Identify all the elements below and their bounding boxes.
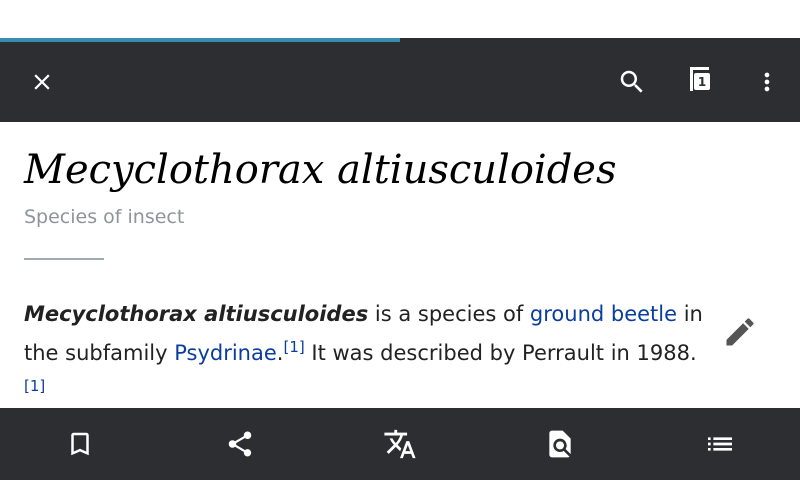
bookmark-icon [71, 432, 89, 456]
top-toolbar: 1 [0, 42, 800, 122]
reference-link[interactable]: [1] [283, 338, 304, 356]
page-title: Mecyclothorax altiusculoides [24, 147, 617, 193]
more-vert-icon [764, 72, 770, 92]
find-in-page-button[interactable] [536, 420, 584, 468]
overflow-menu-button[interactable] [743, 58, 791, 106]
page-description: Species of insect [24, 206, 185, 228]
bottom-toolbar [0, 408, 800, 480]
find-in-page-icon [549, 430, 571, 458]
tabs-count: 1 [694, 73, 710, 90]
translate-icon [384, 429, 416, 459]
title-divider [24, 258, 104, 260]
article-content: Mecyclothorax altiusculoides Species of … [0, 122, 800, 408]
pencil-icon [726, 318, 754, 346]
search-icon [620, 70, 643, 93]
translate-button[interactable] [376, 420, 424, 468]
lead-text: is a species of [368, 302, 530, 326]
edit-button[interactable] [716, 308, 764, 356]
bookmark-button[interactable] [56, 420, 104, 468]
contents-icon [708, 437, 732, 451]
link-psydrinae[interactable]: Psydrinae [174, 341, 277, 365]
close-button[interactable] [18, 58, 66, 106]
species-name: Mecyclothorax altiusculoides [24, 302, 369, 326]
contents-button[interactable] [696, 420, 744, 468]
link-ground-beetle[interactable]: ground beetle [530, 302, 677, 326]
close-icon [34, 74, 50, 90]
search-button[interactable] [608, 58, 656, 106]
lead-text: It was described by Perrault in 1988. [304, 341, 697, 365]
reference-link[interactable]: [1] [24, 377, 45, 395]
tabs-button[interactable]: 1 [680, 58, 728, 106]
share-button[interactable] [216, 420, 264, 468]
share-icon [228, 431, 252, 457]
lead-paragraph: Mecyclothorax altiusculoides is a specie… [24, 295, 704, 408]
status-bar [0, 0, 800, 38]
